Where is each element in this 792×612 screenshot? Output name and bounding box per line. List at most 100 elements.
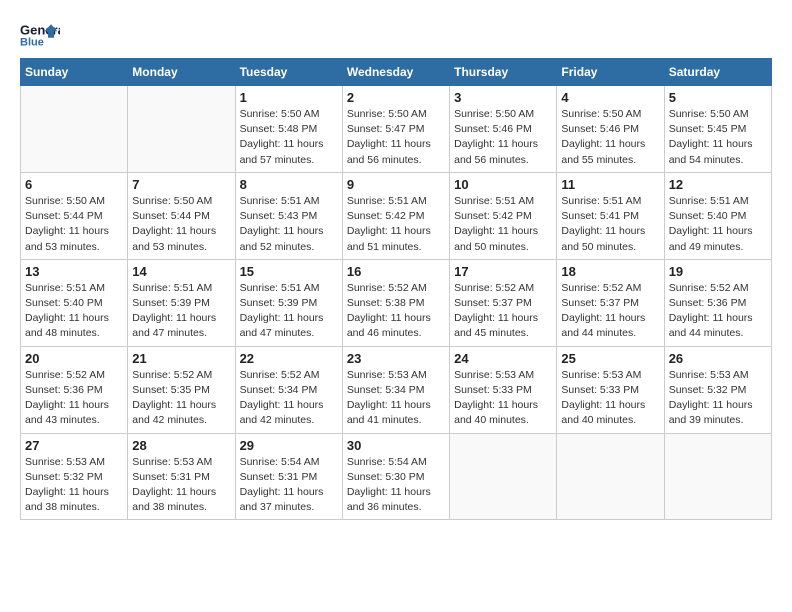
day-info: Sunrise: 5:51 AMSunset: 5:40 PMDaylight:… (25, 281, 123, 342)
day-number: 18 (561, 264, 659, 279)
day-info: Sunrise: 5:51 AMSunset: 5:43 PMDaylight:… (240, 194, 338, 255)
logo-icon: General Blue (20, 20, 60, 48)
day-info: Sunrise: 5:51 AMSunset: 5:39 PMDaylight:… (240, 281, 338, 342)
calendar-cell: 26Sunrise: 5:53 AMSunset: 5:32 PMDayligh… (664, 346, 771, 433)
calendar-cell (450, 433, 557, 520)
calendar-cell: 13 Sunrise: 5:51 AMSunset: 5:40 PMDayligh… (21, 259, 128, 346)
weekday-header: Thursday (450, 59, 557, 86)
day-info: Sunrise: 5:50 AMSunset: 5:47 PMDaylight:… (347, 107, 445, 168)
calendar-cell: 4Sunrise: 5:50 AMSunset: 5:46 PMDaylight… (557, 86, 664, 173)
day-info: Sunrise: 5:50 AMSunset: 5:45 PMDaylight:… (669, 107, 767, 168)
day-info: Sunrise: 5:53 AMSunset: 5:32 PMDaylight:… (669, 368, 767, 429)
day-info: Sunrise: 5:50 AMSunset: 5:46 PMDaylight:… (561, 107, 659, 168)
calendar-cell: 14 Sunrise: 5:51 AMSunset: 5:39 PMDayligh… (128, 259, 235, 346)
calendar-cell: 6 Sunrise: 5:50 AMSunset: 5:44 PMDaylight… (21, 172, 128, 259)
day-number: 23 (347, 351, 445, 366)
day-info: Sunrise: 5:51 AMSunset: 5:42 PMDaylight:… (454, 194, 552, 255)
day-info: Sunrise: 5:53 AMSunset: 5:33 PMDaylight:… (454, 368, 552, 429)
page-header: General Blue (20, 20, 772, 48)
calendar-cell: 29Sunrise: 5:54 AMSunset: 5:31 PMDayligh… (235, 433, 342, 520)
weekday-header: Sunday (21, 59, 128, 86)
calendar-cell (557, 433, 664, 520)
logo: General Blue (20, 20, 60, 48)
day-info: Sunrise: 5:50 AMSunset: 5:48 PMDaylight:… (240, 107, 338, 168)
day-number: 21 (132, 351, 230, 366)
calendar-cell: 23Sunrise: 5:53 AMSunset: 5:34 PMDayligh… (342, 346, 449, 433)
day-info: Sunrise: 5:52 AMSunset: 5:37 PMDaylight:… (561, 281, 659, 342)
day-info: Sunrise: 5:54 AMSunset: 5:31 PMDaylight:… (240, 455, 338, 516)
day-number: 22 (240, 351, 338, 366)
day-info: Sunrise: 5:52 AMSunset: 5:34 PMDaylight:… (240, 368, 338, 429)
day-number: 7 (132, 177, 230, 192)
day-info: Sunrise: 5:50 AMSunset: 5:44 PMDaylight:… (132, 194, 230, 255)
day-number: 17 (454, 264, 552, 279)
day-info: Sunrise: 5:50 AMSunset: 5:46 PMDaylight:… (454, 107, 552, 168)
day-number: 9 (347, 177, 445, 192)
calendar-cell: 25 Sunrise: 5:53 AMSunset: 5:33 PMDayligh… (557, 346, 664, 433)
day-number: 12 (669, 177, 767, 192)
day-info: Sunrise: 5:53 AMSunset: 5:32 PMDaylight:… (25, 455, 123, 516)
calendar-week-row: 20Sunrise: 5:52 AMSunset: 5:36 PMDayligh… (21, 346, 772, 433)
svg-text:Blue: Blue (20, 36, 44, 48)
calendar-cell (128, 86, 235, 173)
day-number: 19 (669, 264, 767, 279)
calendar-cell: 16 Sunrise: 5:52 AMSunset: 5:38 PMDayligh… (342, 259, 449, 346)
calendar-cell: 30 Sunrise: 5:54 AMSunset: 5:30 PMDayligh… (342, 433, 449, 520)
day-info: Sunrise: 5:52 AMSunset: 5:37 PMDaylight:… (454, 281, 552, 342)
day-info: Sunrise: 5:53 AMSunset: 5:33 PMDaylight:… (561, 368, 659, 429)
calendar-cell: 22 Sunrise: 5:52 AMSunset: 5:34 PMDayligh… (235, 346, 342, 433)
day-number: 14 (132, 264, 230, 279)
calendar-cell: 5 Sunrise: 5:50 AMSunset: 5:45 PMDaylight… (664, 86, 771, 173)
day-info: Sunrise: 5:51 AMSunset: 5:42 PMDaylight:… (347, 194, 445, 255)
day-info: Sunrise: 5:52 AMSunset: 5:36 PMDaylight:… (25, 368, 123, 429)
day-number: 1 (240, 90, 338, 105)
day-number: 16 (347, 264, 445, 279)
calendar-week-row: 27 Sunrise: 5:53 AMSunset: 5:32 PMDayligh… (21, 433, 772, 520)
day-number: 13 (25, 264, 123, 279)
weekday-header-row: SundayMondayTuesdayWednesdayThursdayFrid… (21, 59, 772, 86)
calendar-cell: 7 Sunrise: 5:50 AMSunset: 5:44 PMDaylight… (128, 172, 235, 259)
calendar-week-row: 1 Sunrise: 5:50 AMSunset: 5:48 PMDaylight… (21, 86, 772, 173)
calendar-cell: 28 Sunrise: 5:53 AMSunset: 5:31 PMDayligh… (128, 433, 235, 520)
weekday-header: Wednesday (342, 59, 449, 86)
day-info: Sunrise: 5:53 AMSunset: 5:31 PMDaylight:… (132, 455, 230, 516)
day-number: 25 (561, 351, 659, 366)
day-number: 10 (454, 177, 552, 192)
day-number: 28 (132, 438, 230, 453)
weekday-header: Saturday (664, 59, 771, 86)
day-number: 6 (25, 177, 123, 192)
calendar-cell (21, 86, 128, 173)
day-info: Sunrise: 5:51 AMSunset: 5:40 PMDaylight:… (669, 194, 767, 255)
weekday-header: Friday (557, 59, 664, 86)
calendar-cell: 11 Sunrise: 5:51 AMSunset: 5:41 PMDayligh… (557, 172, 664, 259)
calendar-cell: 2 Sunrise: 5:50 AMSunset: 5:47 PMDaylight… (342, 86, 449, 173)
calendar-cell: 18 Sunrise: 5:52 AMSunset: 5:37 PMDayligh… (557, 259, 664, 346)
day-number: 27 (25, 438, 123, 453)
day-number: 3 (454, 90, 552, 105)
day-number: 11 (561, 177, 659, 192)
calendar-cell: 21Sunrise: 5:52 AMSunset: 5:35 PMDayligh… (128, 346, 235, 433)
calendar-cell: 15Sunrise: 5:51 AMSunset: 5:39 PMDayligh… (235, 259, 342, 346)
calendar-week-row: 6 Sunrise: 5:50 AMSunset: 5:44 PMDaylight… (21, 172, 772, 259)
day-number: 8 (240, 177, 338, 192)
day-number: 24 (454, 351, 552, 366)
calendar-cell: 20Sunrise: 5:52 AMSunset: 5:36 PMDayligh… (21, 346, 128, 433)
calendar-cell: 19Sunrise: 5:52 AMSunset: 5:36 PMDayligh… (664, 259, 771, 346)
calendar-cell: 27 Sunrise: 5:53 AMSunset: 5:32 PMDayligh… (21, 433, 128, 520)
calendar-cell: 3 Sunrise: 5:50 AMSunset: 5:46 PMDaylight… (450, 86, 557, 173)
day-info: Sunrise: 5:52 AMSunset: 5:38 PMDaylight:… (347, 281, 445, 342)
weekday-header: Tuesday (235, 59, 342, 86)
day-info: Sunrise: 5:54 AMSunset: 5:30 PMDaylight:… (347, 455, 445, 516)
day-info: Sunrise: 5:51 AMSunset: 5:39 PMDaylight:… (132, 281, 230, 342)
calendar-cell (664, 433, 771, 520)
calendar-cell: 1 Sunrise: 5:50 AMSunset: 5:48 PMDaylight… (235, 86, 342, 173)
day-info: Sunrise: 5:50 AMSunset: 5:44 PMDaylight:… (25, 194, 123, 255)
calendar-cell: 17 Sunrise: 5:52 AMSunset: 5:37 PMDayligh… (450, 259, 557, 346)
day-number: 30 (347, 438, 445, 453)
calendar-cell: 9 Sunrise: 5:51 AMSunset: 5:42 PMDaylight… (342, 172, 449, 259)
day-info: Sunrise: 5:51 AMSunset: 5:41 PMDaylight:… (561, 194, 659, 255)
day-number: 5 (669, 90, 767, 105)
calendar-cell: 10 Sunrise: 5:51 AMSunset: 5:42 PMDayligh… (450, 172, 557, 259)
day-number: 2 (347, 90, 445, 105)
calendar-cell: 24 Sunrise: 5:53 AMSunset: 5:33 PMDayligh… (450, 346, 557, 433)
